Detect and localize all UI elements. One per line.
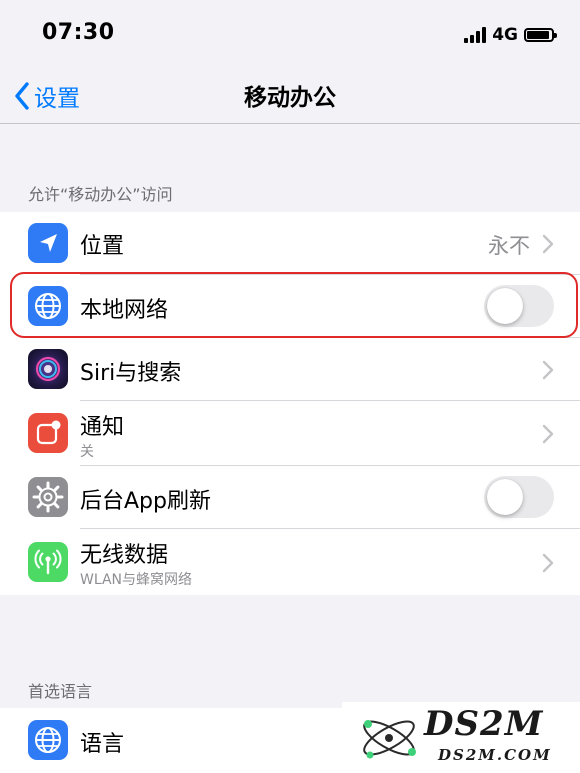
location-arrow-icon — [28, 223, 68, 263]
globe-icon — [28, 286, 68, 326]
status-bar: 07:30 4G — [0, 0, 580, 68]
row-label-siri: Siri与搜索 — [80, 361, 182, 386]
watermark-sub: DS2M.COM — [438, 746, 552, 764]
status-time: 07:30 — [42, 20, 115, 45]
nav-bar: 设置 移动办公 — [0, 68, 580, 124]
row-value-location: 永不 — [488, 234, 530, 258]
row-sub-notifications: 关 — [80, 444, 94, 460]
siri-icon — [28, 349, 68, 389]
chevron-right-icon — [542, 553, 554, 573]
permissions-group: 位置 永不 本地网络 Siri与搜索 通知 关 后台App刷新 无线数据 WLA… — [0, 212, 580, 595]
row-siri[interactable]: Siri与搜索 — [0, 338, 580, 401]
chevron-right-icon — [542, 234, 554, 254]
row-label-background-refresh: 后台App刷新 — [80, 489, 211, 514]
globe-icon — [28, 720, 68, 760]
row-wireless-data[interactable]: 无线数据 WLAN与蜂窝网络 — [0, 529, 580, 595]
chevron-right-icon — [542, 424, 554, 444]
local-network-toggle[interactable] — [484, 285, 554, 327]
notification-icon — [28, 413, 68, 453]
section-header-language: 首选语言 — [28, 682, 93, 701]
signal-icon — [464, 27, 487, 43]
row-label-wireless-data: 无线数据 — [80, 543, 169, 568]
row-sub-wireless-data: WLAN与蜂窝网络 — [80, 572, 193, 588]
gear-icon — [28, 477, 68, 517]
row-label-location: 位置 — [80, 234, 125, 259]
watermark: DS2M DS2M.COM — [342, 702, 580, 773]
row-notifications[interactable]: 通知 关 — [0, 401, 580, 466]
atom-logo-icon — [363, 720, 416, 759]
page-title: 移动办公 — [244, 85, 336, 111]
chevron-right-icon — [542, 360, 554, 380]
row-label-language: 语言 — [80, 732, 125, 757]
network-type: 4G — [492, 25, 518, 45]
battery-icon — [524, 28, 557, 42]
row-label-local-network: 本地网络 — [80, 298, 169, 323]
status-indicators: 4G — [464, 22, 557, 48]
section-header-allow: 允许“移动办公”访问 — [28, 185, 173, 204]
row-background-refresh[interactable]: 后台App刷新 — [0, 466, 580, 529]
watermark-main: DS2M — [424, 704, 544, 744]
row-location[interactable]: 位置 永不 — [0, 212, 580, 275]
row-local-network[interactable]: 本地网络 — [0, 275, 580, 338]
antenna-icon — [28, 542, 68, 582]
row-label-notifications: 通知 — [80, 415, 125, 440]
background-refresh-toggle[interactable] — [484, 476, 554, 518]
